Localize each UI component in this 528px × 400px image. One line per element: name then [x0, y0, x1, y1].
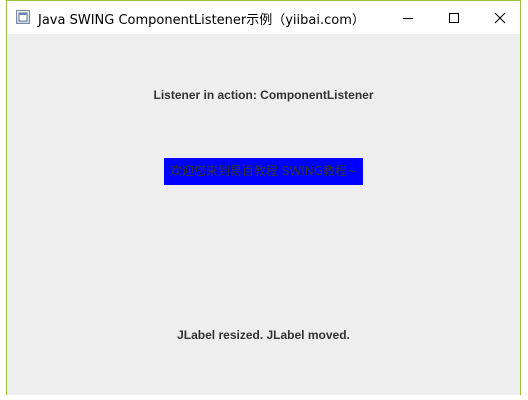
- close-button[interactable]: [477, 1, 523, 34]
- title-bar[interactable]: Java SWING ComponentListener示例（yiibai.co…: [7, 1, 520, 34]
- minimize-icon: [403, 18, 413, 19]
- content-pane: Listener in action: ComponentListener 欢迎…: [7, 34, 520, 395]
- resizable-jlabel[interactable]: 欢迎您来到易百教程 SWING教程~: [164, 158, 363, 185]
- close-icon: [494, 12, 506, 24]
- maximize-button[interactable]: [431, 1, 477, 34]
- application-window: Java SWING ComponentListener示例（yiibai.co…: [6, 0, 521, 395]
- header-label: Listener in action: ComponentListener: [153, 88, 374, 102]
- maximize-icon: [449, 13, 459, 23]
- window-title: Java SWING ComponentListener示例（yiibai.co…: [38, 13, 365, 28]
- minimize-button[interactable]: [385, 1, 431, 34]
- java-window-icon[interactable]: [16, 10, 30, 24]
- status-label: JLabel resized. JLabel moved.: [177, 328, 350, 342]
